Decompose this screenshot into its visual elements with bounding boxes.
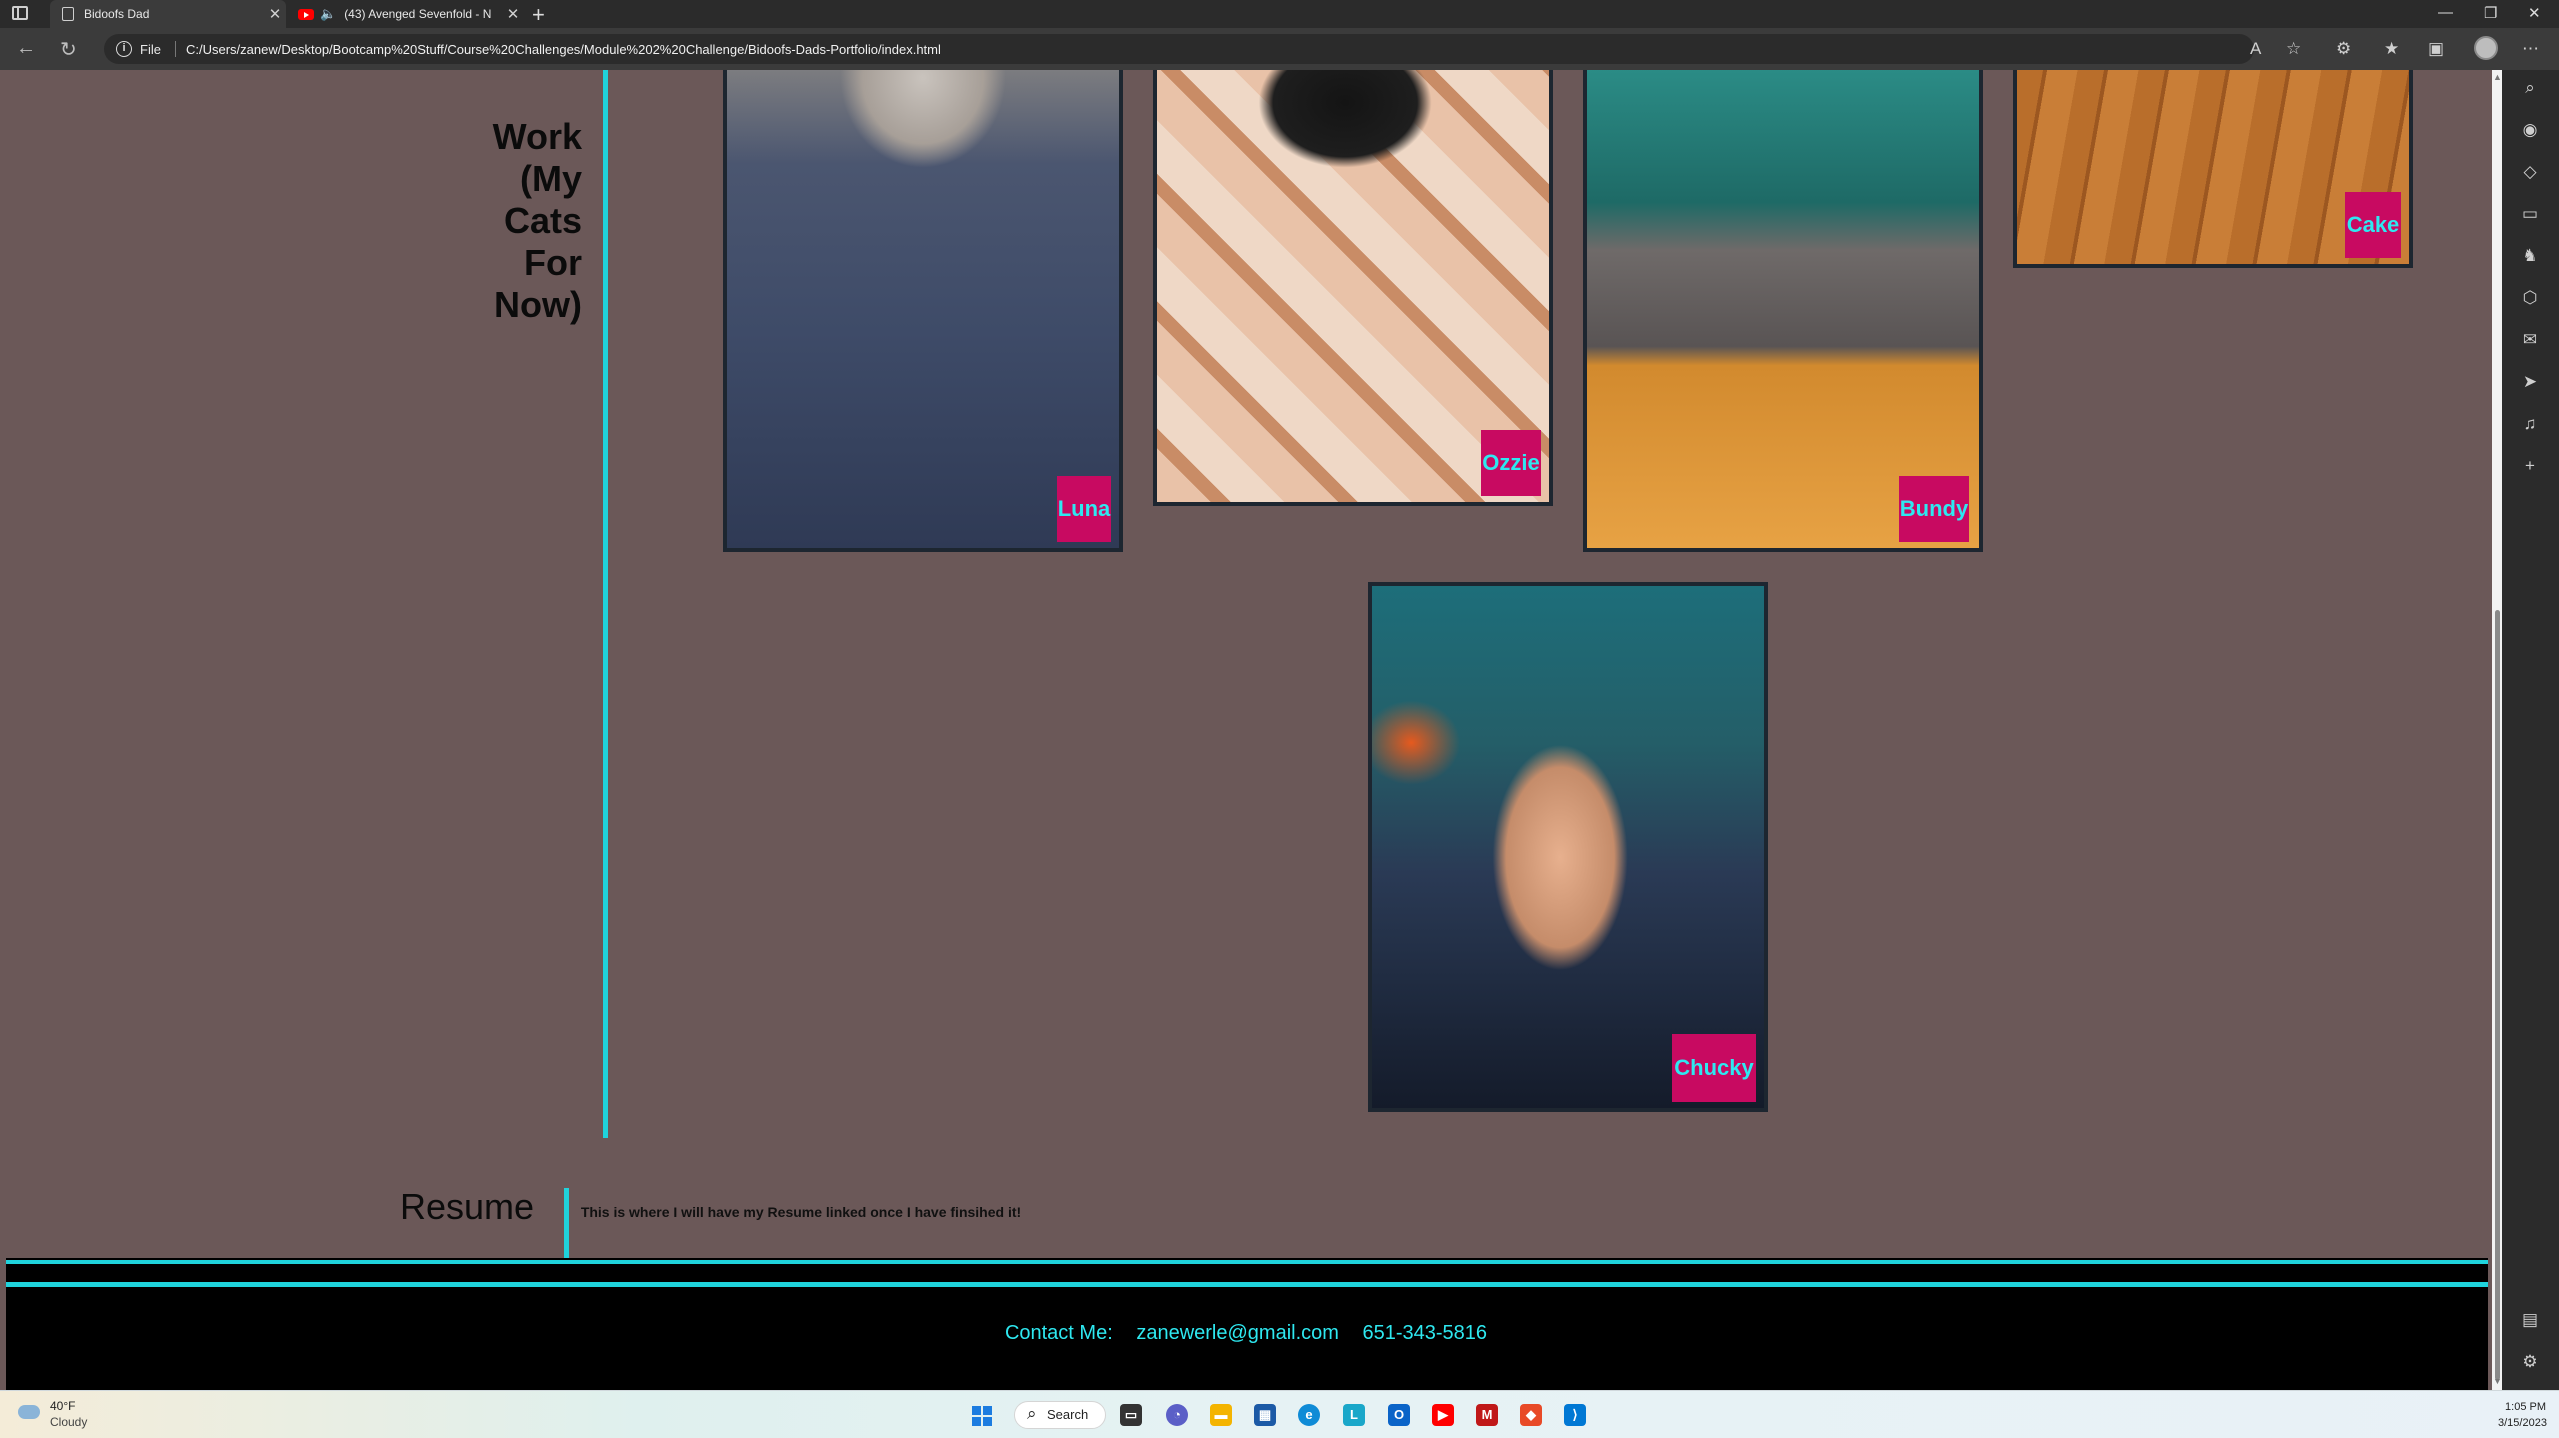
tools-briefcase-icon[interactable]: ▭ [2520,204,2540,224]
microsoft-365-icon[interactable]: ⬡ [2520,288,2540,308]
scrollbar-thumb[interactable] [2495,610,2500,1380]
vscode-icon[interactable]: ⟩ [1564,1404,1586,1426]
profile-avatar[interactable] [2474,36,2498,60]
page-favicon-icon [62,7,74,21]
minimize-icon[interactable]: — [2438,4,2453,21]
more-options-icon[interactable]: ⋯ [2522,39,2539,59]
weather-condition[interactable]: Cloudy [50,1415,87,1429]
cat-card-luna[interactable]: Luna [723,70,1123,552]
close-window-icon[interactable]: ✕ [2528,4,2541,22]
cloud-icon[interactable] [18,1405,40,1419]
tab-label: Bidoofs Dad [84,7,150,21]
browser-tab-bar: Bidoofs Dad ✕ 🔈 (43) Avenged Sevenfold -… [0,0,2559,28]
cat-name-label: Bundy [1899,476,1969,542]
notifications-bell-icon[interactable]: ♫ [2520,414,2540,434]
outlook-icon[interactable]: ✉ [2520,330,2540,350]
speaker-icon[interactable]: 🔈 [320,6,336,22]
cat-name-label: Cake [2345,192,2401,258]
app-l-icon[interactable]: L [1343,1404,1365,1426]
git-icon[interactable]: ◆ [1520,1404,1542,1426]
cat-card-ozzie[interactable]: Ozzie [1153,70,1553,506]
taskbar-search[interactable]: Search [1014,1401,1106,1429]
clock-date: 3/15/2023 [2498,1417,2547,1429]
clock-time: 1:05 PM [2505,1401,2546,1413]
add-sidebar-app-icon[interactable]: + [2520,456,2540,476]
add-favorite-icon[interactable]: ☆ [2286,39,2301,59]
cat-name-label: Ozzie [1481,430,1541,496]
mcafee-icon[interactable]: M [1476,1404,1498,1426]
youtube-favicon-icon [298,8,314,20]
sidebar-settings-gear-icon[interactable]: ⚙ [2520,1352,2540,1372]
read-aloud-icon[interactable]: A [2250,39,2261,59]
resume-heading: Resume [400,1186,535,1227]
tab-youtube[interactable]: 🔈 (43) Avenged Sevenfold - N ✕ [288,0,524,28]
hide-sidebar-icon[interactable]: ▤ [2520,1310,2540,1330]
page-viewport: Work (My Cats For Now) Luna Ozzie Bundy … [0,70,2492,1390]
shopping-tag-icon[interactable]: ◇ [2520,162,2540,182]
footer-accent-line [6,1260,2488,1264]
footer-accent-line [6,1282,2488,1287]
scroll-down-arrow-icon[interactable]: ▼ [2493,1376,2502,1386]
work-heading: Work (My Cats For Now) [492,116,582,325]
extensions-icon[interactable]: ⚙ [2336,39,2351,59]
games-icon[interactable]: ♞ [2520,246,2540,266]
contact-label: Contact Me: [1004,1322,1113,1344]
cat-name-label: Luna [1057,476,1111,542]
file-explorer-icon[interactable]: ▬ [1210,1404,1232,1426]
outlook-app-icon[interactable]: O [1388,1404,1410,1426]
new-tab-icon[interactable]: + [532,2,545,28]
edge-sidebar: ⌕ ◉ ◇ ▭ ♞ ⬡ ✉ ➤ ♫ + ▤ ⚙ [2502,70,2559,1390]
close-tab-icon[interactable]: ✕ [502,5,524,23]
copilot-icon[interactable]: ◉ [2520,120,2540,140]
work-divider [603,70,608,1138]
cat-card-chucky[interactable]: Chucky [1368,582,1768,1112]
collections-icon[interactable]: ▣ [2428,39,2444,59]
cat-card-bundy[interactable]: Bundy [1583,70,1983,552]
search-icon[interactable]: ⌕ [2520,78,2540,98]
resume-divider [564,1188,569,1258]
tab-actions-icon[interactable] [12,6,28,20]
drop-send-icon[interactable]: ➤ [2520,372,2540,392]
tab-label: (43) Avenged Sevenfold - N [344,7,492,21]
scroll-up-arrow-icon[interactable]: ▲ [2493,72,2502,82]
browser-toolbar: ← ↻ i File C:/Users/zanew/Desktop/Bootca… [0,28,2559,70]
back-icon[interactable]: ← [16,37,36,60]
divider [175,41,176,57]
scheme-label: File [140,42,161,57]
microsoft-store-icon[interactable]: ▦ [1254,1404,1276,1426]
site-info-icon[interactable]: i [116,41,132,57]
cat-photo [1372,586,1764,1108]
resume-text: This is where I will have my Resume link… [580,1204,1022,1220]
restore-icon[interactable]: ❐ [2484,4,2497,22]
url-text[interactable]: C:/Users/zanew/Desktop/Bootcamp%20Stuff/… [186,42,941,57]
favorites-icon[interactable]: ★ [2384,39,2399,59]
contact-info: Contact Me: zanewerle@gmail.com 651-343-… [0,1322,2492,1345]
edge-browser-icon[interactable]: e [1298,1404,1320,1426]
system-clock[interactable]: 1:05 PM 3/15/2023 [2498,1399,2547,1431]
youtube-app-icon[interactable]: ▶ [1432,1404,1454,1426]
windows-start-icon[interactable] [972,1406,992,1426]
task-view-icon[interactable]: ▭ [1120,1404,1142,1426]
weather-temperature[interactable]: 40°F [50,1399,75,1413]
email-link[interactable]: zanewerle@gmail.com [1136,1322,1339,1344]
close-tab-icon[interactable]: ✕ [264,5,286,23]
tab-bidoofs-dad[interactable]: Bidoofs Dad ✕ [50,0,286,28]
teams-chat-icon[interactable]: ◔ [1166,1404,1188,1426]
address-bar[interactable]: i File C:/Users/zanew/Desktop/Bootcamp%2… [104,34,2254,64]
phone-number: 651-343-5816 [1362,1322,1488,1344]
windows-taskbar: 40°F Cloudy Search ▭ ◔ ▬ ▦ e L O ▶ M ◆ ⟩… [0,1390,2559,1438]
cat-card-cake[interactable]: Cake [2013,70,2413,268]
refresh-icon[interactable]: ↻ [60,37,77,62]
cat-name-label: Chucky [1672,1034,1756,1102]
